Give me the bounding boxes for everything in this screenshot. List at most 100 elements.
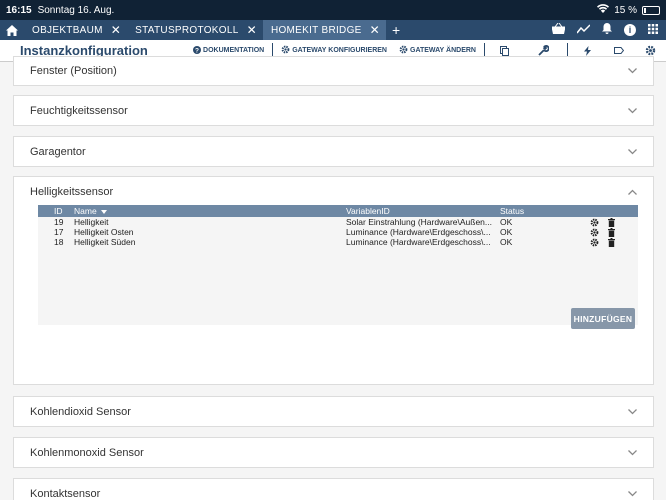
close-icon[interactable]: ✕ <box>370 24 380 36</box>
gear-icon[interactable] <box>590 228 599 237</box>
helligkeit-table: ID Name VariablenID Status 19 Helligkeit… <box>38 205 638 325</box>
panel-helligkeitssensor: Helligkeitssensor ID Name VariablenID St… <box>13 176 654 385</box>
cell-status: OK <box>500 217 513 227</box>
chevron-down-icon[interactable] <box>628 448 637 459</box>
cell-id: 19 <box>54 217 64 227</box>
panel-kohlendioxid-sensor[interactable]: Kohlendioxid Sensor <box>13 396 654 427</box>
panel-kohlenmonoxid-sensor[interactable]: Kohlenmonoxid Sensor <box>13 437 654 468</box>
chevron-down-icon[interactable] <box>628 66 637 77</box>
cell-variable: Luminance (Hardware\Erdgeschoss\... <box>346 227 491 237</box>
panel-header[interactable]: Garagentor <box>14 137 653 167</box>
chevron-down-icon[interactable] <box>628 489 637 500</box>
column-header-id[interactable]: ID <box>38 206 74 216</box>
configure-gateway-label: GATEWAY KONFIGURIEREN <box>292 47 387 54</box>
column-header-name[interactable]: Name <box>74 206 346 216</box>
home-button[interactable] <box>0 20 24 40</box>
tab-label: OBJEKTBAUM <box>32 24 103 36</box>
panel-header[interactable]: Fenster (Position) <box>14 57 653 85</box>
panel-header[interactable]: Kohlendioxid Sensor <box>14 397 653 427</box>
copy-button[interactable] <box>487 45 521 56</box>
flash-button[interactable] <box>570 45 604 56</box>
add-button[interactable]: HINZUFÜGEN <box>571 308 635 329</box>
panel-title: Feuchtigkeitssensor <box>30 105 128 117</box>
battery-icon <box>642 5 660 15</box>
column-header-status[interactable]: Status <box>500 206 590 216</box>
close-icon[interactable]: ✕ <box>111 24 121 36</box>
tag-icon <box>614 47 624 54</box>
panel-title: Kohlendioxid Sensor <box>30 406 131 418</box>
basket-icon[interactable] <box>551 22 566 37</box>
chevron-down-icon[interactable] <box>628 106 637 117</box>
documentation-link[interactable]: ? DOKUMENTATION <box>187 45 270 56</box>
panel-header[interactable]: Feuchtigkeitssensor <box>14 96 653 126</box>
documentation-label: DOKUMENTATION <box>203 47 265 54</box>
copy-icon <box>499 45 509 56</box>
column-header-variable[interactable]: VariablenID <box>346 206 500 216</box>
panel-header[interactable]: Kontaktsensor <box>14 479 653 500</box>
plus-icon: + <box>392 22 401 38</box>
row-actions <box>590 217 615 227</box>
panel-garagentor[interactable]: Garagentor <box>13 136 654 167</box>
tab-objektbaum[interactable]: OBJEKTBAUM ✕ <box>24 20 127 40</box>
table-row[interactable]: 18 Helligkeit Süden Luminance (Hardware\… <box>38 237 638 247</box>
row-actions <box>590 227 615 237</box>
panel-title: Fenster (Position) <box>30 65 117 77</box>
trash-icon[interactable] <box>608 227 615 237</box>
cell-name: Helligkeit <box>74 217 109 227</box>
cell-id: 18 <box>54 237 64 247</box>
gear-icon[interactable] <box>590 238 599 247</box>
grid-icon[interactable] <box>648 23 658 37</box>
chevron-down-icon[interactable] <box>628 147 637 158</box>
add-tab-button[interactable]: + <box>386 20 406 40</box>
tab-label: HOMEKIT BRIDGE <box>270 24 362 36</box>
tag-button[interactable] <box>604 47 634 54</box>
status-date: Sonntag 16. Aug. <box>37 4 115 16</box>
cell-status: OK <box>500 227 513 237</box>
gear-icon <box>399 45 408 56</box>
row-actions <box>590 237 615 247</box>
trash-icon[interactable] <box>608 217 615 227</box>
status-time: 16:15 <box>6 4 32 16</box>
table-row[interactable]: 17 Helligkeit Osten Luminance (Hardware\… <box>38 227 638 237</box>
panel-feuchtigkeitssensor[interactable]: Feuchtigkeitssensor <box>13 95 654 126</box>
svg-text:?: ? <box>195 47 199 54</box>
chevron-down-icon[interactable] <box>628 407 637 418</box>
panel-fenster[interactable]: Fenster (Position) <box>13 56 654 86</box>
table-header: ID Name VariablenID Status <box>38 205 638 217</box>
gear-icon <box>645 45 655 56</box>
wifi-icon <box>597 4 610 16</box>
change-gateway-label: GATEWAY ÄNDERN <box>410 47 476 54</box>
settings-button[interactable] <box>634 45 666 56</box>
configure-gateway-button[interactable]: GATEWAY KONFIGURIEREN <box>275 45 393 56</box>
battery-percent: 15 % <box>614 4 637 16</box>
cell-id: 17 <box>54 227 64 237</box>
cell-name: Helligkeit Süden <box>74 237 136 247</box>
cell-status: OK <box>500 237 513 247</box>
tab-label: STATUSPROTOKOLL <box>135 24 239 36</box>
panel-title: Kontaktsensor <box>30 488 101 500</box>
tab-statusprotokoll[interactable]: STATUSPROTOKOLL ✕ <box>127 20 263 40</box>
bell-icon[interactable] <box>602 23 612 37</box>
change-gateway-button[interactable]: GATEWAY ÄNDERN <box>393 45 482 56</box>
column-header-name-label: Name <box>74 206 97 216</box>
trash-icon[interactable] <box>608 237 615 247</box>
panel-title: Kohlenmonoxid Sensor <box>30 447 144 459</box>
info-icon[interactable]: i <box>624 24 636 36</box>
wrench-button[interactable] <box>521 45 565 56</box>
chart-icon[interactable] <box>576 23 591 37</box>
chevron-up-icon[interactable] <box>628 187 637 198</box>
cell-name: Helligkeit Osten <box>74 227 134 237</box>
panel-kontaktsensor[interactable]: Kontaktsensor <box>13 478 654 500</box>
panel-title: Helligkeitssensor <box>30 186 114 198</box>
cell-variable: Solar Einstrahlung (Hardware\Außen... <box>346 217 492 227</box>
gear-icon <box>281 45 290 56</box>
wrench-icon <box>537 45 549 56</box>
home-icon <box>6 24 18 36</box>
panel-header[interactable]: Kohlenmonoxid Sensor <box>14 438 653 468</box>
panel-header[interactable]: Helligkeitssensor <box>14 177 653 207</box>
cell-variable: Luminance (Hardware\Erdgeschoss\... <box>346 237 491 247</box>
gear-icon[interactable] <box>590 218 599 227</box>
table-row[interactable]: 19 Helligkeit Solar Einstrahlung (Hardwa… <box>38 217 638 227</box>
tab-homekit-bridge[interactable]: HOMEKIT BRIDGE ✕ <box>262 20 386 40</box>
close-icon[interactable]: ✕ <box>247 24 257 36</box>
